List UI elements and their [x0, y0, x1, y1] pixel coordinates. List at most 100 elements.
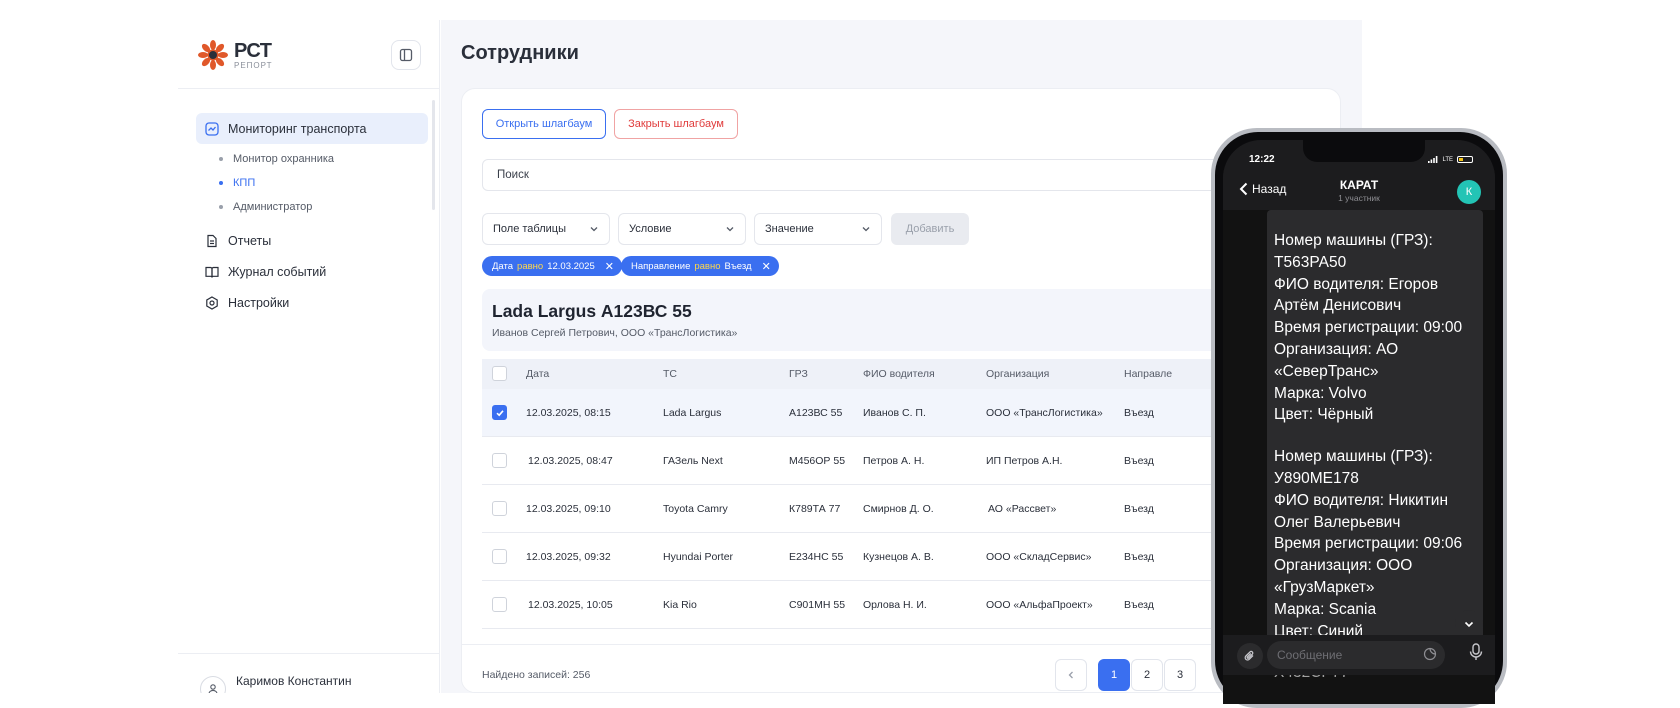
filter-condition-select[interactable]: Условие	[618, 213, 746, 245]
chart-icon	[204, 121, 220, 137]
sidebar-subitem-checkpoint[interactable]: КПП	[219, 171, 428, 195]
page-button-2[interactable]: 2	[1131, 659, 1163, 691]
attach-button[interactable]	[1237, 643, 1263, 669]
chip-field: Дата	[492, 260, 514, 272]
chip-value: 12.03.2025	[547, 260, 595, 272]
cell-driver: Кузнецов А. В.	[863, 551, 934, 563]
user-avatar-icon	[200, 676, 226, 693]
prev-page-button[interactable]	[1055, 659, 1087, 691]
chevron-down-icon	[1464, 621, 1474, 628]
cell-plate: С901МН 55	[789, 599, 846, 611]
message-line: Организация: ООО	[1274, 557, 1413, 575]
cell-direction: Въезд	[1124, 551, 1154, 563]
chip-value: Въезд	[724, 260, 752, 272]
cell-vehicle: Lada Largus	[663, 407, 722, 419]
filter-field-value: Поле таблицы	[493, 223, 566, 235]
sidebar-subitem-label: КПП	[233, 177, 256, 189]
open-barrier-button[interactable]: Открыть шлагбаум	[482, 109, 606, 139]
row-checkbox[interactable]	[492, 501, 507, 516]
cell-driver: Иванов С. П.	[863, 407, 926, 419]
column-header-driver[interactable]: ФИО водителя	[863, 368, 935, 380]
microphone-icon[interactable]	[1469, 643, 1483, 661]
sidebar-item-transport-monitoring[interactable]: Мониторинг транспорта	[196, 113, 428, 144]
cell-date: 12.03.2025, 08:15	[526, 407, 611, 419]
cell-direction: Въезд	[1124, 455, 1154, 467]
sticker-icon[interactable]	[1423, 647, 1437, 661]
app-window: РСТ РЕПОРТ Мониторинг транспорта Монитор…	[178, 20, 1362, 693]
gear-icon	[204, 295, 220, 311]
message-bubble[interactable]: Номер машины (ГРЗ): Т563РА50 ФИО водител…	[1267, 210, 1483, 681]
status-time: 12:22	[1249, 154, 1275, 165]
filter-field-select[interactable]: Поле таблицы	[482, 213, 610, 245]
collapse-sidebar-button[interactable]	[391, 40, 421, 70]
sidebar-item-settings[interactable]: Настройки	[196, 287, 428, 318]
filter-value-select[interactable]: Значение	[754, 213, 882, 245]
sidebar-item-label: Отчеты	[228, 233, 272, 248]
logo[interactable]: РСТ РЕПОРТ	[198, 40, 273, 70]
row-checkbox[interactable]	[492, 549, 507, 564]
user-name: Каримов Константин	[236, 674, 352, 688]
select-all-checkbox[interactable]	[492, 366, 507, 381]
cell-date: 12.03.2025, 09:10	[526, 503, 611, 515]
sidebar-item-event-log[interactable]: Журнал событий	[196, 256, 428, 287]
sidebar-item-reports[interactable]: Отчеты	[196, 225, 428, 256]
message-line: «СеверТранс»	[1274, 362, 1379, 380]
cell-plate: Е234НС 55	[789, 551, 844, 563]
chat-subtitle: 1 участник	[1338, 193, 1380, 203]
filter-chip-direction[interactable]: Направление равно Въезд ✕	[621, 256, 779, 276]
message-line: Организация: АО	[1274, 340, 1399, 358]
column-header-date[interactable]: Дата	[526, 368, 549, 380]
message-line: Время регистрации: 09:00	[1274, 319, 1463, 337]
sidebar-scrollbar[interactable]	[432, 100, 435, 210]
row-checkbox[interactable]	[492, 597, 507, 612]
scroll-down-button[interactable]	[1455, 610, 1483, 638]
close-icon[interactable]: ✕	[762, 260, 771, 273]
cell-driver: Орлова Н. И.	[863, 599, 927, 611]
vehicle-subtitle: Иванов Сергей Петрович, ООО «ТрансЛогист…	[492, 327, 738, 339]
close-barrier-button[interactable]: Закрыть шлагбаум	[614, 109, 738, 139]
phone-mockup: 12:22 LTE Назад КАРАТ 1 участник К Номер…	[1211, 128, 1507, 708]
cell-date: 12.03.2025, 10:05	[528, 599, 613, 611]
add-filter-button[interactable]: Добавить	[891, 213, 969, 245]
column-header-direction[interactable]: Направле	[1124, 368, 1172, 380]
filter-condition-value: Условие	[629, 223, 672, 235]
chip-operator: равно	[694, 260, 721, 272]
column-header-vehicle[interactable]: ТС	[663, 368, 677, 380]
cell-organization: АО «Рассвет»	[988, 503, 1057, 515]
cell-vehicle: ГАЗель Next	[663, 455, 723, 467]
close-icon[interactable]: ✕	[605, 260, 614, 273]
column-header-organization[interactable]: Организация	[986, 368, 1049, 380]
telegram-screen: 12:22 LTE Назад КАРАТ 1 участник К Номер…	[1223, 140, 1495, 704]
cell-direction: Въезд	[1124, 407, 1154, 419]
page-button-3[interactable]: 3	[1164, 659, 1196, 691]
cell-date: 12.03.2025, 08:47	[528, 455, 613, 467]
bullet-icon	[219, 181, 223, 185]
cell-organization: ООО «АльфаПроект»	[986, 599, 1093, 611]
sidebar-item-label: Мониторинг транспорта	[228, 121, 367, 136]
message-input[interactable]: Сообщение	[1267, 641, 1445, 669]
message-line: Олег Валерьевич	[1274, 513, 1401, 531]
row-checkbox[interactable]	[492, 453, 507, 468]
sidebar-subitem-admin[interactable]: Администратор	[219, 195, 428, 219]
message-composer: Сообщение	[1223, 635, 1495, 675]
sidebar-subitem-guard-monitor[interactable]: Монитор охранника	[219, 147, 428, 171]
cell-direction: Въезд	[1124, 599, 1154, 611]
cell-vehicle: Toyota Camry	[663, 503, 728, 515]
message-block: Номер машины (ГРЗ): У890МЕ178 ФИО водите…	[1274, 446, 1477, 642]
signal-icon	[1428, 156, 1438, 163]
cell-driver: Петров А. Н.	[863, 455, 925, 467]
page-button-1[interactable]: 1	[1098, 659, 1130, 691]
chevron-down-icon	[862, 227, 870, 232]
column-header-plate[interactable]: ГРЗ	[789, 368, 808, 380]
filter-chip-date[interactable]: Дата равно 12.03.2025 ✕	[482, 256, 622, 276]
filter-value-value: Значение	[765, 223, 814, 235]
sidebar-divider	[178, 88, 440, 89]
row-checkbox[interactable]	[492, 405, 507, 420]
chat-title[interactable]: КАРАТ	[1223, 178, 1495, 192]
cell-date: 12.03.2025, 09:32	[526, 551, 611, 563]
user-profile[interactable]: Каримов Константин	[178, 653, 440, 693]
chat-avatar[interactable]: К	[1457, 180, 1481, 204]
chevron-down-icon	[590, 227, 598, 232]
message-input-placeholder: Сообщение	[1277, 648, 1343, 662]
document-icon	[204, 233, 220, 249]
